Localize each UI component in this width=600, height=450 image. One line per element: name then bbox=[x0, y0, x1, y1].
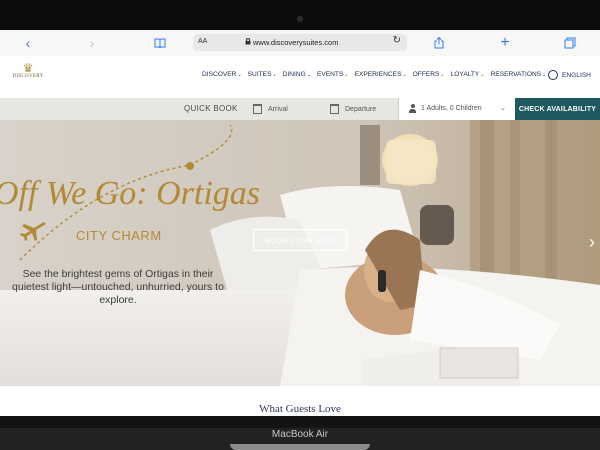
chevron-right-icon[interactable]: › bbox=[589, 232, 595, 253]
nav-item-offers[interactable]: OFFERS⌄ bbox=[413, 71, 445, 78]
address-bar[interactable]: AA www.discoverysuites.com ↻ bbox=[193, 34, 407, 51]
hero-banner: Off We Go: Ortigas CITY CHARM See the br… bbox=[0, 120, 600, 386]
section-title: What Guests Love bbox=[259, 403, 341, 415]
browser-toolbar: ‹ › AA www.discoverysuites.com ↻ + bbox=[0, 30, 600, 57]
quick-book-bar: QUICK BOOK Arrival Departure 1 Adults, 0… bbox=[0, 98, 600, 121]
chevron-down-icon: ⌄ bbox=[500, 105, 506, 112]
chevron-down-icon: ⌄ bbox=[402, 72, 407, 78]
nav-label: OFFERS bbox=[412, 71, 440, 78]
hero-subtitle: CITY CHARM bbox=[76, 228, 162, 243]
laptop-hinge bbox=[230, 444, 370, 450]
nav-item-suites[interactable]: SUITES⌄ bbox=[248, 71, 277, 78]
chevron-down-icon: ⌄ bbox=[272, 72, 277, 78]
hero-image bbox=[0, 120, 600, 386]
nav-item-loyalty[interactable]: LOYALTY⌄ bbox=[451, 71, 485, 78]
screen-chin bbox=[0, 416, 600, 428]
logo-text: DISCOVERY bbox=[12, 74, 44, 79]
share-icon[interactable] bbox=[432, 34, 446, 52]
screen-bezel-top bbox=[0, 0, 600, 30]
laptop-base: MacBook Air bbox=[0, 416, 600, 450]
nav-item-dining[interactable]: DINING⌄ bbox=[283, 71, 311, 78]
nav-label: SUITES bbox=[247, 71, 272, 78]
hero-description: See the brightest gems of Ortigas in the… bbox=[12, 268, 224, 306]
main-nav: DISCOVER⌄ SUITES⌄ DINING⌄ EVENTS⌄ EXPERI… bbox=[202, 71, 552, 78]
chevron-down-icon: ⌄ bbox=[237, 72, 242, 78]
nav-item-discover[interactable]: DISCOVER⌄ bbox=[202, 71, 242, 78]
calendar-icon bbox=[253, 104, 262, 114]
globe-icon bbox=[548, 70, 558, 80]
reload-icon[interactable]: ↻ bbox=[393, 35, 401, 46]
language-selector[interactable]: ENGLISH bbox=[548, 70, 591, 80]
arrival-placeholder: Arrival bbox=[268, 105, 288, 113]
forward-icon[interactable]: › bbox=[86, 34, 98, 52]
nav-item-experiences[interactable]: EXPERIENCES⌄ bbox=[355, 71, 407, 78]
quick-book-label: QUICK BOOK bbox=[184, 104, 238, 113]
lock-icon bbox=[245, 38, 251, 47]
check-availability-button[interactable]: CHECK AVAILABILITY bbox=[515, 98, 600, 120]
guests-love-section: What Guests Love bbox=[0, 386, 600, 416]
departure-field[interactable]: Departure bbox=[330, 104, 376, 114]
arrival-field[interactable]: Arrival bbox=[253, 104, 288, 114]
chevron-down-icon: ⌄ bbox=[480, 72, 485, 78]
nav-item-reservations[interactable]: RESERVATIONS⌄ bbox=[491, 71, 547, 78]
device-label: MacBook Air bbox=[271, 429, 329, 440]
nav-label: DINING bbox=[282, 71, 306, 78]
new-tab-icon[interactable]: + bbox=[498, 34, 512, 52]
airplane-icon bbox=[20, 222, 46, 241]
nav-label: DISCOVER bbox=[202, 71, 237, 78]
nav-label: EVENTS bbox=[316, 71, 344, 78]
guests-value: 1 Adults, 0 Children bbox=[421, 105, 482, 112]
back-icon[interactable]: ‹ bbox=[22, 34, 34, 52]
book-your-stay-button[interactable]: BOOK YOUR STAY bbox=[253, 229, 347, 251]
tabs-icon[interactable] bbox=[563, 34, 577, 52]
site-header: ♛ DISCOVERY DISCOVER⌄ SUITES⌄ DINING⌄ EV… bbox=[0, 56, 600, 98]
calendar-icon bbox=[330, 104, 339, 114]
chevron-down-icon: ⌄ bbox=[542, 72, 547, 78]
chevron-down-icon: ⌄ bbox=[440, 72, 445, 78]
reader-button[interactable]: AA bbox=[198, 38, 207, 45]
hero-title: Off We Go: Ortigas bbox=[0, 175, 261, 212]
guests-select[interactable]: 1 Adults, 0 Children ⌄ bbox=[398, 98, 516, 120]
departure-placeholder: Departure bbox=[345, 105, 377, 113]
camera-icon bbox=[297, 16, 303, 22]
url-text: www.discoverysuites.com bbox=[253, 38, 339, 47]
person-icon bbox=[409, 104, 416, 113]
nav-label: RESERVATIONS bbox=[490, 71, 542, 78]
chevron-down-icon: ⌄ bbox=[306, 72, 311, 78]
language-label: ENGLISH bbox=[562, 71, 591, 79]
bookmarks-icon[interactable] bbox=[152, 34, 168, 52]
browser-screen: ‹ › AA www.discoverysuites.com ↻ + ♛ DIS… bbox=[0, 30, 600, 416]
nav-label: LOYALTY bbox=[450, 71, 480, 78]
chevron-down-icon: ⌄ bbox=[344, 72, 349, 78]
logo-mark-icon: ♛ bbox=[22, 61, 34, 75]
site-logo[interactable]: ♛ DISCOVERY bbox=[8, 62, 48, 94]
nav-label: EXPERIENCES bbox=[354, 71, 402, 78]
nav-item-events[interactable]: EVENTS⌄ bbox=[317, 71, 349, 78]
